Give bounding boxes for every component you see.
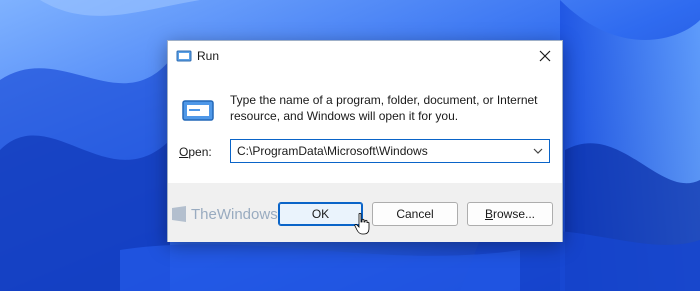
- instruction-text: Type the name of a program, folder, docu…: [230, 93, 538, 123]
- browse-accelerator: B: [484, 207, 493, 221]
- browse-label: rowse...: [493, 207, 536, 221]
- chevron-down-icon[interactable]: [533, 146, 543, 156]
- mouse-cursor-icon: [354, 213, 370, 235]
- run-dialog: Run Type the name of a program, folder, …: [167, 40, 563, 242]
- window-title: Run: [197, 49, 220, 63]
- cancel-button[interactable]: Cancel: [372, 202, 458, 226]
- browse-button[interactable]: Browse...: [467, 202, 553, 226]
- watermark-logo-icon: [172, 206, 186, 222]
- open-input[interactable]: C:\ProgramData\Microsoft\Windows: [237, 144, 428, 158]
- ok-button[interactable]: OK: [278, 202, 363, 226]
- open-label: Open:: [179, 145, 212, 159]
- run-large-icon: [182, 100, 214, 121]
- open-combobox[interactable]: C:\ProgramData\Microsoft\Windows: [230, 139, 550, 163]
- open-label-accelerator: O: [179, 145, 189, 159]
- run-icon: [176, 50, 192, 62]
- close-button[interactable]: [528, 41, 562, 71]
- close-icon: [539, 50, 551, 62]
- open-label-text: pen:: [188, 145, 212, 159]
- title-bar[interactable]: Run: [168, 41, 562, 71]
